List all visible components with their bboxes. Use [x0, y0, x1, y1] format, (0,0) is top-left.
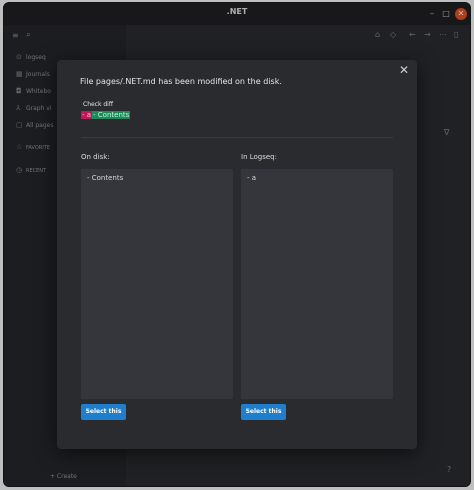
select-in-logseq-button[interactable]: Select this: [241, 404, 286, 420]
diff-added: - Contents: [92, 111, 131, 119]
in-logseq-content: - a: [247, 174, 257, 182]
file-modified-dialog: ✕ File pages/.NET.md has been modified o…: [57, 60, 417, 449]
diff-view: - a- Contents: [81, 111, 131, 119]
check-diff-label: Check diff: [83, 101, 113, 108]
on-disk-content-pane[interactable]: - Contents: [81, 169, 233, 399]
diff-removed: - a: [81, 111, 93, 119]
modified-message: File pages/.NET.md has been modified on …: [80, 77, 282, 86]
on-disk-content: - Contents: [87, 174, 124, 182]
in-logseq-content-pane[interactable]: - a: [241, 169, 393, 399]
divider: [81, 137, 393, 138]
on-disk-label: On disk:: [81, 153, 110, 161]
close-icon[interactable]: ✕: [399, 63, 409, 77]
select-on-disk-button[interactable]: Select this: [81, 404, 126, 420]
in-logseq-label: In Logseq:: [241, 153, 277, 161]
